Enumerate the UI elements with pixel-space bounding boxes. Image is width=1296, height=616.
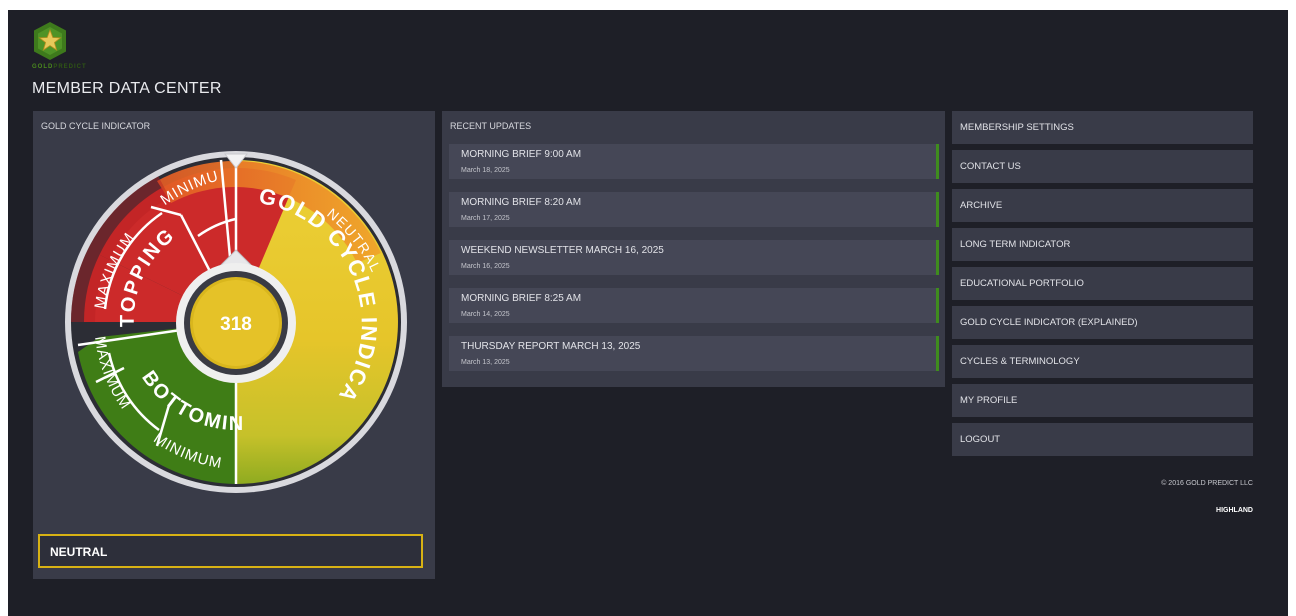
credit-link[interactable]: HIGHLAND <box>1108 507 1253 514</box>
menu-cycles-terminology[interactable]: CYCLES & TERMINOLOGY <box>952 345 1253 378</box>
updates-panel-title: RECENT UPDATES <box>450 121 532 131</box>
menu-logout[interactable]: LOGOUT <box>952 423 1253 456</box>
update-item[interactable]: MORNING BRIEF 8:25 AM March 14, 2025 <box>449 288 939 323</box>
indicator-status-box: NEUTRAL <box>38 534 423 568</box>
update-item[interactable]: WEEKEND NEWSLETTER MARCH 16, 2025 March … <box>449 240 939 275</box>
update-date: March 18, 2025 <box>461 167 510 174</box>
indicator-value: 318 <box>220 314 252 335</box>
indicator-status-label: NEUTRAL <box>50 545 108 559</box>
update-date: March 13, 2025 <box>461 359 510 366</box>
indicator-panel-title: GOLD CYCLE INDICATOR <box>41 121 151 131</box>
update-title[interactable]: WEEKEND NEWSLETTER MARCH 16, 2025 <box>461 245 664 256</box>
copyright-text: © 2016 GOLD PREDICT LLC <box>1161 480 1253 487</box>
menu-educational-portfolio[interactable]: EDUCATIONAL PORTFOLIO <box>952 267 1253 300</box>
menu-long-term-indicator[interactable]: LONG TERM INDICATOR <box>952 228 1253 261</box>
update-title[interactable]: MORNING BRIEF 9:00 AM <box>461 149 581 160</box>
update-date: March 17, 2025 <box>461 215 510 222</box>
update-title[interactable]: THURSDAY REPORT MARCH 13, 2025 <box>461 341 640 352</box>
recent-updates-panel: RECENT UPDATES MORNING BRIEF 9:00 AM Mar… <box>442 111 945 387</box>
menu-gold-cycle-indicator-explained[interactable]: GOLD CYCLE INDICATOR (EXPLAINED) <box>952 306 1253 339</box>
update-date: March 16, 2025 <box>461 263 510 270</box>
gold-cycle-indicator-panel: GOLD CYCLE INDICATOR MINIMU MAXIMUM TOPP… <box>33 111 435 579</box>
update-item[interactable]: THURSDAY REPORT MARCH 13, 2025 March 13,… <box>449 336 939 371</box>
star-logo-icon <box>34 22 66 60</box>
update-date: March 14, 2025 <box>461 311 510 318</box>
update-title[interactable]: MORNING BRIEF 8:20 AM <box>461 197 581 208</box>
menu-archive[interactable]: ARCHIVE <box>952 189 1253 222</box>
menu-membership-settings[interactable]: MEMBERSHIP SETTINGS <box>952 111 1253 144</box>
page-title: MEMBER DATA CENTER <box>32 80 222 97</box>
update-item[interactable]: MORNING BRIEF 9:00 AM March 18, 2025 <box>449 144 939 179</box>
update-title[interactable]: MORNING BRIEF 8:25 AM <box>461 293 581 304</box>
gold-cycle-wheel: MINIMUM MAXIMUM TOPPING MAXIMUM MINIMUM … <box>61 147 407 493</box>
brand-name: GOLDPREDICT <box>32 64 87 70</box>
menu-my-profile[interactable]: MY PROFILE <box>952 384 1253 417</box>
update-item[interactable]: MORNING BRIEF 8:20 AM March 17, 2025 <box>449 192 939 227</box>
menu-contact-us[interactable]: CONTACT US <box>952 150 1253 183</box>
app-frame: GOLDPREDICT MEMBER DATA CENTER GOLD CYCL… <box>8 10 1288 616</box>
